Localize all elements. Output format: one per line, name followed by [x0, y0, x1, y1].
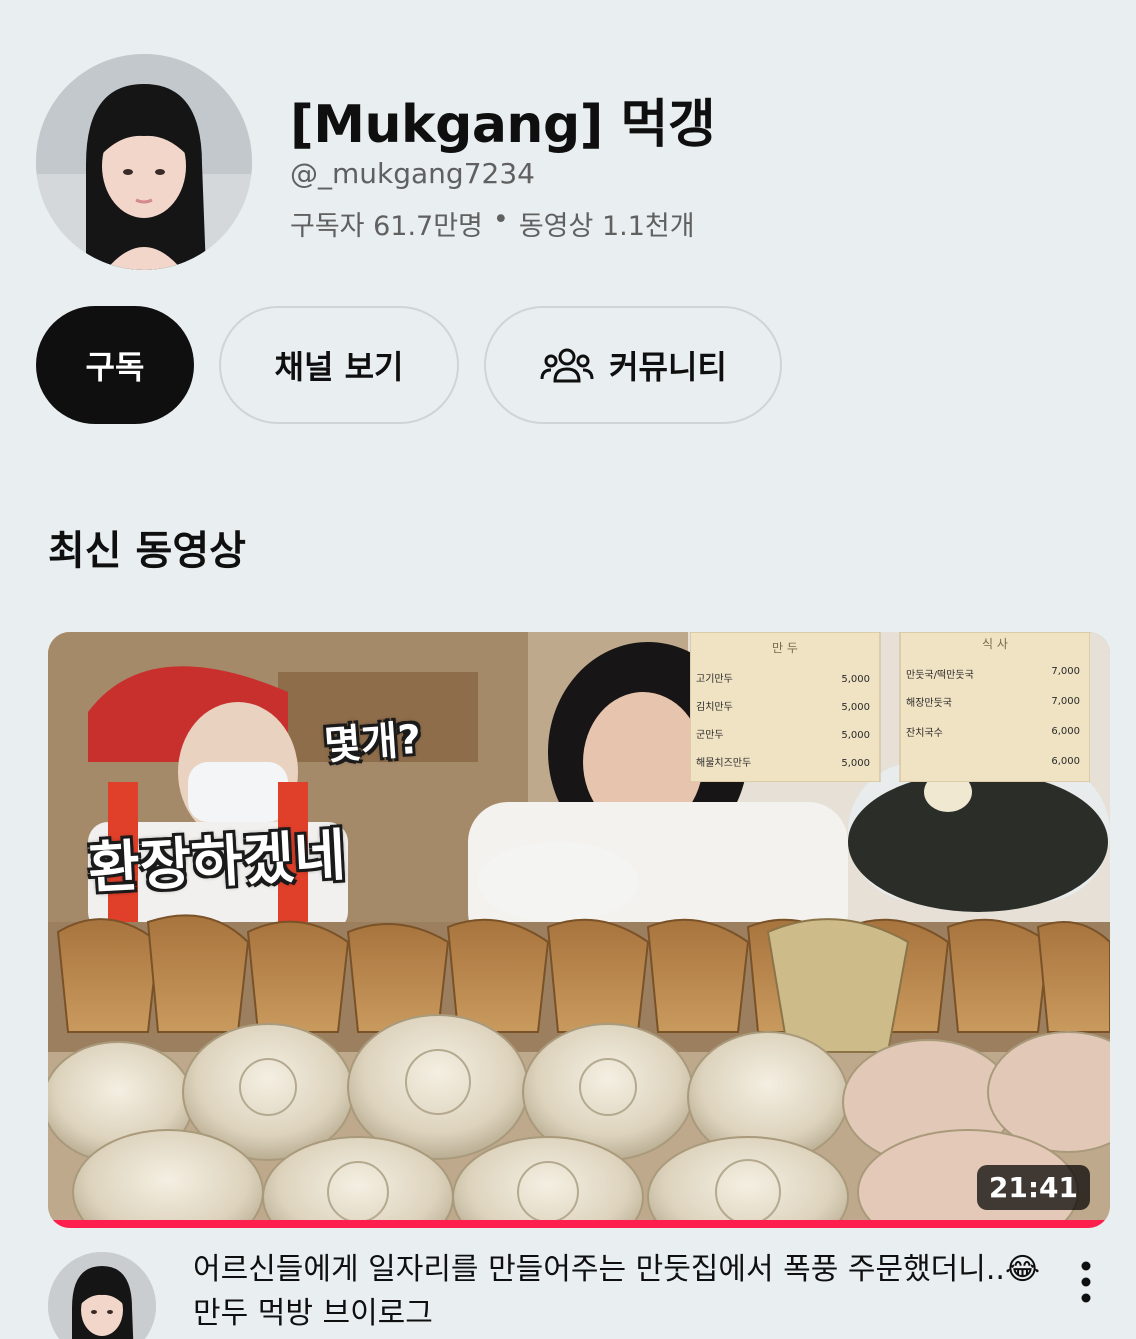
- video-title[interactable]: 어르신들에게 일자리를 만들어주는 만둣집에서 폭풍 주문했더니..😂만두 먹방…: [193, 1248, 1043, 1336]
- video-count: 동영상 1.1천개: [518, 211, 695, 242]
- channel-handle: @_mukgang7234: [290, 157, 535, 190]
- menu-left-item: 군만두: [696, 729, 724, 741]
- menu-left-item: 해물치즈만두: [696, 756, 751, 769]
- video-channel-avatar[interactable]: [48, 1252, 156, 1339]
- menu-left-item: 김치만두: [696, 701, 733, 713]
- thumbnail-overlay-question: 몇개?: [322, 716, 423, 770]
- avatar-portrait-icon: [48, 1252, 156, 1339]
- menu-right-item: 해장만둣국: [906, 696, 952, 709]
- menu-left-price: 5,000: [841, 702, 870, 713]
- community-button[interactable]: 커뮤니티: [484, 306, 782, 424]
- subscribe-button[interactable]: 구독: [36, 306, 194, 424]
- channel-avatar[interactable]: [36, 54, 252, 270]
- subscribe-label: 구독: [85, 348, 145, 386]
- community-label: 커뮤니티: [609, 348, 727, 386]
- thumbnail-overlay-caption: 환장하겠네: [86, 823, 348, 902]
- watch-progress-fill: [48, 1220, 1110, 1228]
- subscriber-count: 구독자 61.7만명: [290, 211, 483, 242]
- menu-right-item: 만둣국/떡만둣국: [906, 669, 974, 681]
- menu-board: 만 두 식 사 고기만두 5,000 김치만두 5,000 군만두 5,000 …: [690, 632, 1090, 782]
- people-icon: [540, 348, 594, 383]
- stats-separator: •: [492, 204, 509, 235]
- channel-stats: 구독자 61.7만명 • 동영상 1.1천개: [290, 204, 695, 243]
- menu-right-header: 식 사: [982, 637, 1008, 651]
- channel-page: [Mukgang] 먹갱 @_mukgang7234 구독자 61.7만명 • …: [0, 0, 1136, 1339]
- more-vert-icon[interactable]: [1072, 1260, 1100, 1304]
- view-channel-button[interactable]: 채널 보기: [219, 306, 459, 424]
- watch-progress-bar: [48, 1220, 1110, 1228]
- menu-left-price: 5,000: [841, 674, 870, 685]
- video-duration: 21:41: [976, 1165, 1090, 1210]
- menu-right-price: 7,000: [1051, 666, 1080, 677]
- menu-left-price: 5,000: [841, 758, 870, 769]
- menu-right-item: 잔치국수: [906, 727, 943, 739]
- view-channel-label: 채널 보기: [274, 348, 404, 386]
- menu-right-price: 6,000: [1051, 726, 1080, 737]
- menu-right-price: 7,000: [1051, 696, 1080, 707]
- menu-left-price: 5,000: [841, 730, 870, 741]
- channel-title: [Mukgang] 먹갱: [290, 95, 716, 155]
- menu-left-item: 고기만두: [696, 673, 733, 685]
- menu-left-header: 만 두: [772, 641, 798, 655]
- avatar-portrait-icon: [36, 54, 252, 270]
- section-title: 최신 동영상: [48, 528, 246, 574]
- menu-right-price: 6,000: [1051, 756, 1080, 767]
- video-thumbnail[interactable]: 만 두 식 사 고기만두 5,000 김치만두 5,000 군만두 5,000 …: [48, 632, 1110, 1228]
